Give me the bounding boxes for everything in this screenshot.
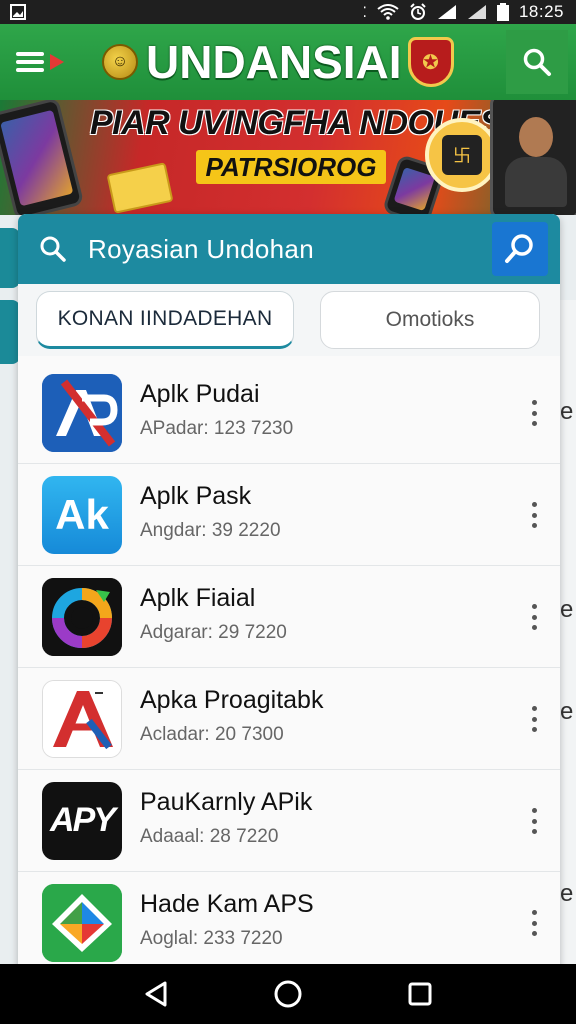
apy-icon: APY	[42, 781, 122, 860]
list-item[interactable]: Aplk Fiaial Adgarar: 29 7220	[18, 566, 560, 668]
status-time: 18:25	[518, 2, 564, 21]
list-item[interactable]: Hade Kam APS Aoglal: 233 7220	[18, 872, 560, 974]
tab-bar: KONAN IINDADEHAN Omotioks	[18, 284, 560, 356]
list-item[interactable]: APY PauKarnly APik Adaaal: 28 7220	[18, 770, 560, 872]
more-options-button[interactable]	[522, 906, 546, 940]
menu-button[interactable]	[0, 24, 80, 100]
back-icon	[145, 981, 167, 1007]
menu-icon	[16, 52, 44, 72]
recents-button[interactable]	[398, 972, 442, 1016]
search-icon	[505, 234, 533, 263]
list-item[interactable]: Aplk Pudai APadar: 123 7230	[18, 362, 560, 464]
diamond-icon	[42, 883, 122, 962]
promo-banner[interactable]: PIAR UVINGFHA NDOUESIA PATRSIOROG 卐	[0, 100, 576, 215]
appbar-search-button[interactable]	[506, 30, 568, 94]
search-icon	[523, 48, 551, 76]
background-panel	[0, 228, 20, 288]
signal-icon	[467, 5, 486, 19]
ak-icon: Ak	[42, 475, 122, 554]
app-meta: Aoglal: 233 7220	[140, 928, 283, 949]
crest-icon: ✪	[407, 37, 454, 87]
recents-icon	[408, 982, 432, 1006]
status-bar: ⁚ 18:25	[0, 0, 576, 24]
a-icon	[42, 679, 122, 758]
ap-icon	[42, 373, 122, 452]
app-name: Apka Proagitabk	[140, 686, 324, 714]
coin-glyph: 卐	[442, 135, 482, 175]
coin-image: 卐	[425, 118, 499, 192]
home-button[interactable]	[266, 972, 310, 1016]
app-meta: Adaaal: 28 7220	[140, 826, 279, 847]
signal-icon	[437, 5, 456, 19]
wifi-icon	[377, 4, 399, 20]
app-name: Aplk Pask	[140, 482, 252, 510]
battery-icon	[496, 3, 509, 21]
home-icon	[274, 980, 302, 1008]
search-bar	[18, 214, 560, 284]
search-panel: KONAN IINDADEHAN Omotioks Aplk Pudai APa…	[18, 214, 560, 974]
tab-konan[interactable]: KONAN IINDADEHAN	[36, 291, 294, 349]
app-name: Hade Kam APS	[140, 890, 314, 918]
app-meta: APadar: 123 7230	[140, 418, 294, 439]
more-options-button[interactable]	[522, 804, 546, 838]
app-meta: Angdar: 39 2220	[140, 520, 281, 541]
banner-subtitle: PATRSIOROG	[196, 150, 386, 184]
app-meta: Acladar: 20 7300	[140, 724, 284, 745]
tab-omotioks[interactable]: Omotioks	[320, 291, 540, 349]
image-icon	[10, 4, 26, 20]
app-name: PauKarnly APik	[140, 788, 313, 816]
more-options-button[interactable]	[522, 702, 546, 736]
search-submit-button[interactable]	[492, 222, 548, 276]
app-meta: Adgarar: 29 7220	[140, 622, 287, 643]
app-name: Aplk Fiaial	[140, 584, 256, 612]
background-strip: e e e e	[560, 300, 576, 980]
person-phone-image	[490, 100, 576, 215]
search-input[interactable]	[88, 233, 468, 265]
app-name: Aplk Pudai	[140, 380, 260, 408]
app-title: UNDANSIAI	[146, 36, 402, 88]
location-dot-icon: ⁚	[362, 3, 367, 20]
background-panel	[0, 300, 20, 364]
back-button[interactable]	[134, 972, 178, 1016]
list-item[interactable]: Apka Proagitabk Acladar: 20 7300	[18, 668, 560, 770]
list-item[interactable]: Ak Aplk Pask Angdar: 39 2220	[18, 464, 560, 566]
more-options-button[interactable]	[522, 600, 546, 634]
phone-image	[0, 100, 85, 215]
app-list: Aplk Pudai APadar: 123 7230 Ak Aplk Pask…	[18, 362, 560, 974]
ring-icon	[42, 577, 122, 656]
app-bar: ☺ UNDANSIAI ✪	[0, 24, 576, 100]
search-icon	[18, 214, 88, 284]
play-arrow-icon	[50, 54, 64, 70]
more-options-button[interactable]	[522, 498, 546, 532]
navigation-bar	[0, 964, 576, 1024]
alarm-icon	[410, 3, 426, 20]
more-options-button[interactable]	[522, 396, 546, 430]
emblem-icon: ☺	[102, 44, 138, 80]
cards-image	[106, 162, 174, 214]
